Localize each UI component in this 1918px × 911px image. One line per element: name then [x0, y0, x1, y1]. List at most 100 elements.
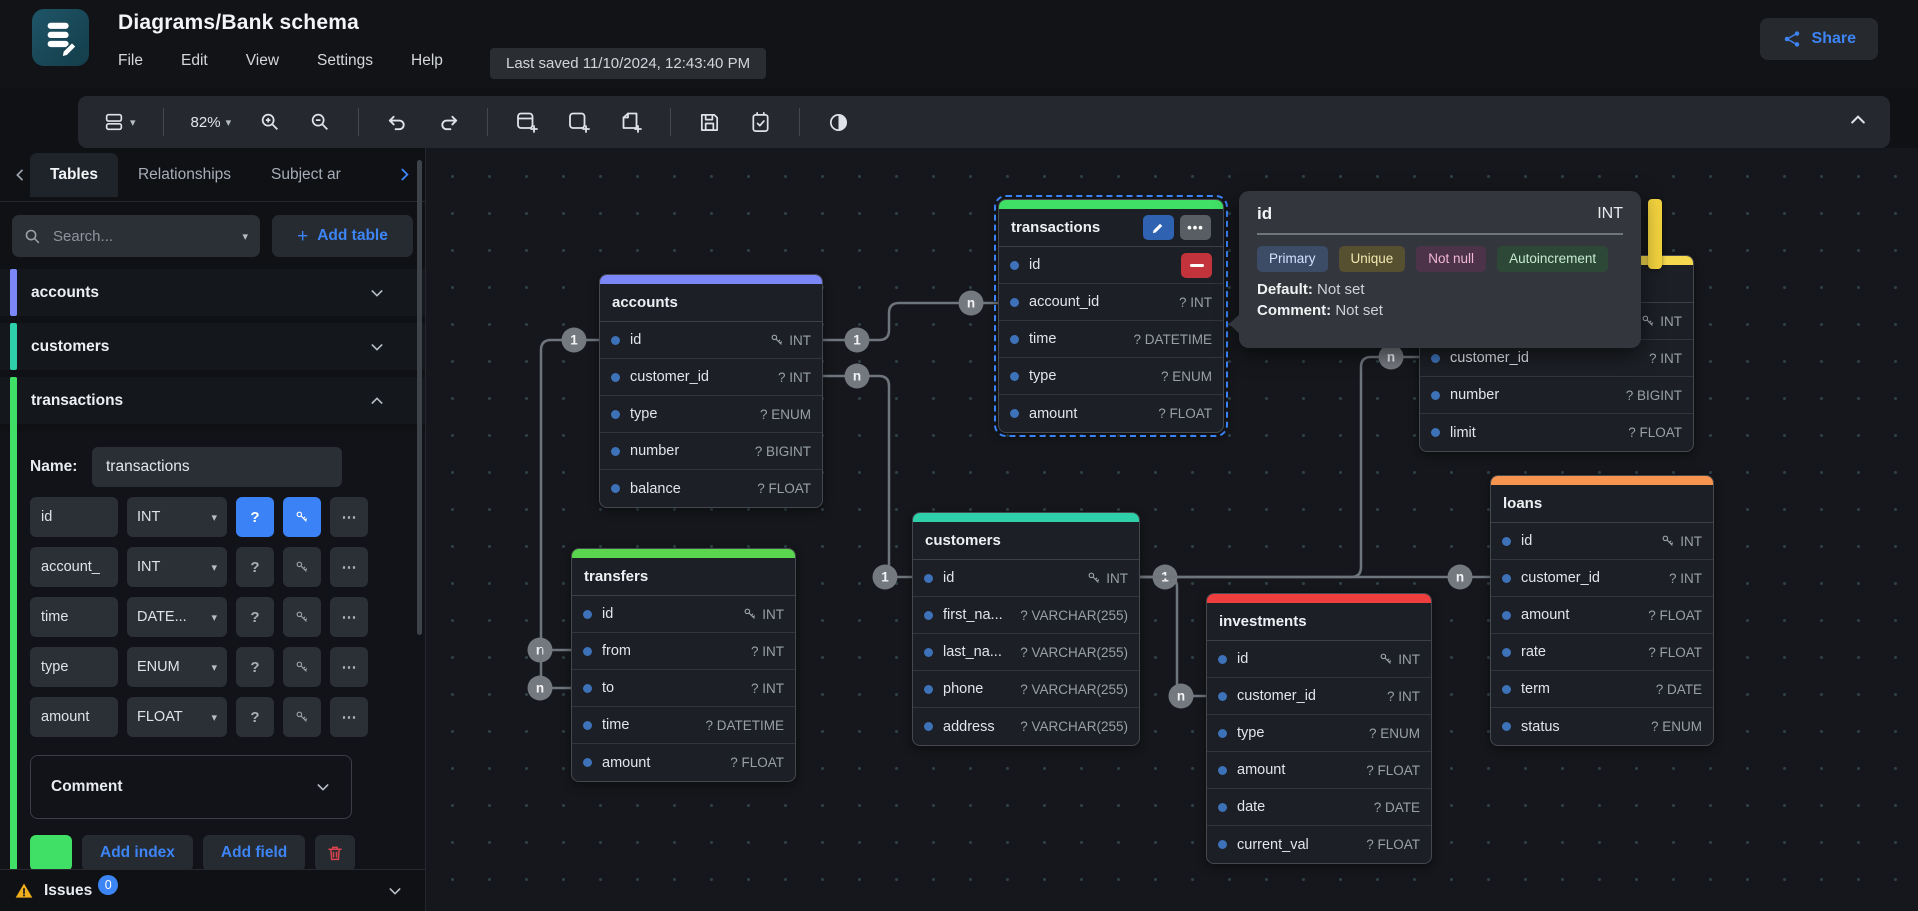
chevron-down-icon[interactable]: [387, 883, 403, 899]
document-title[interactable]: Diagrams/Bank schema: [118, 11, 359, 35]
nullable-toggle[interactable]: ?: [236, 547, 274, 587]
table-field-row[interactable]: amount? FLOAT: [1207, 752, 1431, 789]
primary-key-toggle[interactable]: [283, 647, 321, 687]
table-field-row[interactable]: customer_id? INT: [1207, 678, 1431, 715]
relationship-line[interactable]: [823, 376, 912, 577]
table-field-row[interactable]: customer_id? INT: [600, 359, 822, 396]
zoom-in-button[interactable]: [252, 106, 288, 138]
table-field-row[interactable]: phone? VARCHAR(255): [913, 671, 1139, 708]
field-name-button[interactable]: amount: [30, 697, 118, 737]
add-table-button[interactable]: [508, 105, 546, 139]
sidebar-item-customers[interactable]: customers: [0, 323, 425, 370]
table-field-row[interactable]: amount? FLOAT: [1491, 597, 1713, 634]
add-table-sidebar-button[interactable]: + Add table: [272, 215, 413, 257]
table-field-row[interactable]: term? DATE: [1491, 671, 1713, 708]
nullable-toggle[interactable]: ?: [236, 497, 274, 537]
nullable-toggle[interactable]: ?: [236, 597, 274, 637]
diagram-table-accounts[interactable]: accountsidINTcustomer_id? INTtype? ENUMn…: [599, 274, 823, 508]
table-search[interactable]: ▾: [12, 215, 260, 257]
table-title-row[interactable]: transfers: [572, 558, 795, 596]
diagram-table-customers[interactable]: customersidINTfirst_na...? VARCHAR(255)l…: [912, 512, 1140, 746]
table-field-row[interactable]: type? ENUM: [1207, 715, 1431, 752]
table-field-row[interactable]: number? BIGINT: [600, 433, 822, 470]
diagram-table-transactions[interactable]: transactions•••idaccount_id? INTtime? DA…: [998, 199, 1224, 433]
header-layout-button[interactable]: ▾: [96, 106, 143, 138]
tab-tables[interactable]: Tables: [30, 153, 118, 197]
table-field-row[interactable]: idINT: [913, 560, 1139, 597]
add-note-button[interactable]: [612, 105, 650, 139]
table-field-row[interactable]: balance? FLOAT: [600, 470, 822, 507]
zoom-level-dropdown[interactable]: 82% ▾: [184, 109, 239, 136]
table-field-row[interactable]: type? ENUM: [999, 358, 1223, 395]
field-type-dropdown[interactable]: INT▾: [127, 497, 227, 537]
table-field-row[interactable]: status? ENUM: [1491, 708, 1713, 745]
theme-toggle-button[interactable]: [820, 106, 857, 139]
add-index-button[interactable]: Add index: [82, 835, 193, 871]
relationship-line[interactable]: [1140, 577, 1206, 696]
field-name-button[interactable]: type: [30, 647, 118, 687]
table-name-input[interactable]: [92, 447, 342, 487]
search-input[interactable]: [53, 228, 203, 245]
table-field-row[interactable]: id: [999, 247, 1223, 284]
sidebar-scrollbar[interactable]: [417, 160, 422, 635]
table-field-row[interactable]: number? BIGINT: [1420, 377, 1693, 414]
table-field-row[interactable]: rate? FLOAT: [1491, 634, 1713, 671]
table-field-row[interactable]: idINT: [600, 322, 822, 359]
field-type-dropdown[interactable]: ENUM▾: [127, 647, 227, 687]
table-title-row[interactable]: loans: [1491, 485, 1713, 523]
issues-bar[interactable]: Issues 0: [0, 869, 425, 911]
tab-subject-ar[interactable]: Subject ar: [251, 153, 361, 197]
sidebar-item-transactions[interactable]: transactions: [0, 377, 425, 424]
save-button[interactable]: [691, 106, 728, 139]
edit-table-button[interactable]: [1143, 215, 1174, 240]
field-name-button[interactable]: time: [30, 597, 118, 637]
zoom-out-button[interactable]: [302, 106, 338, 138]
table-field-row[interactable]: time? DATETIME: [999, 321, 1223, 358]
field-more-button[interactable]: ⋯: [330, 697, 368, 737]
table-field-row[interactable]: idINT: [1491, 523, 1713, 560]
comment-panel[interactable]: Comment: [30, 755, 352, 819]
table-field-row[interactable]: amount? FLOAT: [999, 395, 1223, 432]
menu-item-file[interactable]: File: [118, 52, 143, 70]
field-more-button[interactable]: ⋯: [330, 597, 368, 637]
table-title-row[interactable]: investments: [1207, 603, 1431, 641]
menu-item-view[interactable]: View: [246, 52, 279, 70]
menu-item-help[interactable]: Help: [411, 52, 443, 70]
toolbar-collapse-button[interactable]: [1848, 110, 1868, 130]
add-area-button[interactable]: [560, 105, 598, 139]
table-color-swatch[interactable]: [30, 835, 72, 871]
delete-table-button[interactable]: [315, 835, 355, 871]
add-field-button[interactable]: Add field: [203, 835, 305, 871]
table-field-row[interactable]: current_val? FLOAT: [1207, 826, 1431, 863]
table-title-row[interactable]: accounts: [600, 284, 822, 322]
share-button[interactable]: Share: [1760, 18, 1878, 60]
menu-item-edit[interactable]: Edit: [181, 52, 208, 70]
field-more-button[interactable]: ⋯: [330, 547, 368, 587]
table-field-row[interactable]: limit? FLOAT: [1420, 414, 1693, 451]
tabs-scroll-right-button[interactable]: [396, 166, 413, 183]
primary-key-toggle[interactable]: [283, 597, 321, 637]
sidebar-item-accounts[interactable]: accounts: [0, 269, 425, 316]
delete-field-button[interactable]: [1181, 253, 1212, 278]
diagram-table-investments[interactable]: investmentsidINTcustomer_id? INTtype? EN…: [1206, 593, 1432, 864]
nullable-toggle[interactable]: ?: [236, 647, 274, 687]
table-more-button[interactable]: •••: [1180, 215, 1211, 240]
tabs-scroll-left-button[interactable]: [12, 167, 28, 183]
table-title-row[interactable]: customers: [913, 522, 1139, 560]
primary-key-toggle[interactable]: [283, 547, 321, 587]
nullable-toggle[interactable]: ?: [236, 697, 274, 737]
field-more-button[interactable]: ⋯: [330, 647, 368, 687]
tab-relationships[interactable]: Relationships: [118, 153, 251, 197]
diagram-table-transfers[interactable]: transfersidINTfrom? INTto? INTtime? DATE…: [571, 548, 796, 782]
field-more-button[interactable]: ⋯: [330, 497, 368, 537]
field-name-button[interactable]: account_: [30, 547, 118, 587]
field-type-dropdown[interactable]: INT▾: [127, 547, 227, 587]
table-field-row[interactable]: date? DATE: [1207, 789, 1431, 826]
primary-key-toggle[interactable]: [283, 497, 321, 537]
field-type-dropdown[interactable]: FLOAT▾: [127, 697, 227, 737]
field-name-button[interactable]: id: [30, 497, 118, 537]
redo-button[interactable]: [430, 106, 467, 139]
primary-key-toggle[interactable]: [283, 697, 321, 737]
table-field-row[interactable]: from? INT: [572, 633, 795, 670]
note-sliver[interactable]: [1648, 199, 1662, 269]
